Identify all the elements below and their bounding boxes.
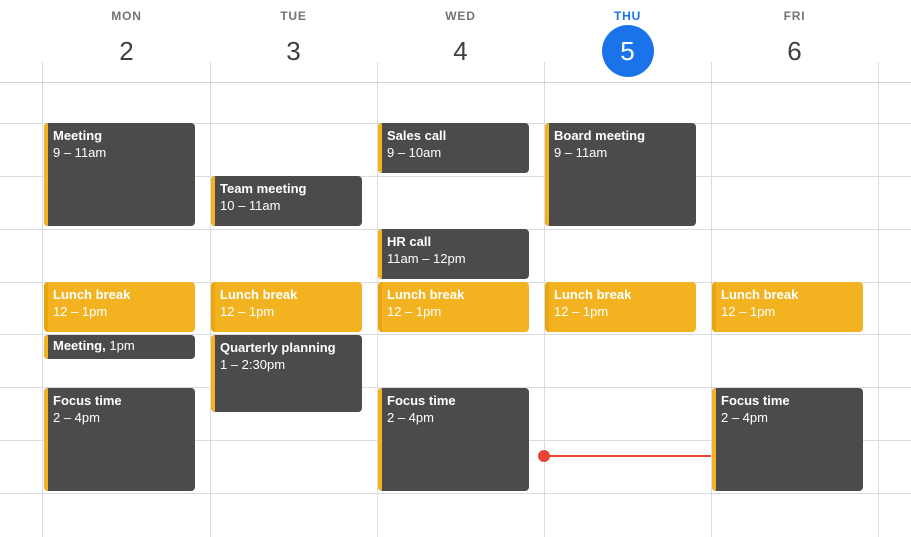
event-focus-time[interactable]: Focus time 2 – 4pm xyxy=(712,388,863,491)
day-header-mon[interactable]: MON 2 xyxy=(43,0,210,82)
day-header-fri[interactable]: FRI 6 xyxy=(711,0,878,82)
event-time: 9 – 10am xyxy=(387,145,442,160)
header-divider xyxy=(0,82,911,83)
event-title: Lunch break xyxy=(554,287,632,302)
event-time: 2 – 4pm xyxy=(387,410,434,425)
event-time: 12 – 1pm xyxy=(554,304,609,319)
event-lunch-break[interactable]: Lunch break 12 – 1pm xyxy=(378,282,529,332)
event-title: Quarterly planning xyxy=(220,340,336,355)
event-time: 12 – 1pm xyxy=(387,304,442,319)
date-number[interactable]: 6 xyxy=(769,25,821,77)
event-time: 2 – 4pm xyxy=(53,410,100,425)
day-column-divider xyxy=(878,62,879,537)
event-lunch-break[interactable]: Lunch break 12 – 1pm xyxy=(211,282,362,332)
day-header-thu[interactable]: THU 5 xyxy=(544,0,711,82)
event-title: Lunch break xyxy=(220,287,298,302)
event-title: Team meeting xyxy=(220,181,307,196)
event-time: 2 – 4pm xyxy=(721,410,768,425)
day-of-week-label: FRI xyxy=(783,9,806,23)
event-lunch-break[interactable]: Lunch break 12 – 1pm xyxy=(712,282,863,332)
event-title: Focus time xyxy=(53,393,122,408)
event-team-meeting[interactable]: Team meeting 10 – 11am xyxy=(211,176,362,226)
event-board-meeting[interactable]: Board meeting 9 – 11am xyxy=(545,123,696,226)
event-time: 12 – 1pm xyxy=(220,304,275,319)
event-time: 10 – 11am xyxy=(220,198,281,213)
event-title: Lunch break xyxy=(721,287,799,302)
event-focus-time[interactable]: Focus time 2 – 4pm xyxy=(44,388,195,491)
date-number[interactable]: 2 xyxy=(101,25,153,77)
day-of-week-label: MON xyxy=(111,9,142,23)
day-header-tue[interactable]: TUE 3 xyxy=(210,0,377,82)
event-title: Board meeting xyxy=(554,128,646,143)
event-quarterly-planning[interactable]: Quarterly planning 1 – 2:30pm xyxy=(211,335,362,412)
today-date-number[interactable]: 5 xyxy=(601,25,654,77)
event-title: Focus time xyxy=(721,393,790,408)
event-title: Sales call xyxy=(387,128,447,143)
event-hr-call[interactable]: HR call 11am – 12pm xyxy=(378,229,529,279)
event-title: HR call xyxy=(387,234,432,249)
current-time-line xyxy=(544,454,711,457)
event-time: 12 – 1pm xyxy=(721,304,776,319)
event-time: 9 – 11am xyxy=(554,145,608,160)
event-lunch-break[interactable]: Lunch break 12 – 1pm xyxy=(44,282,195,332)
date-number[interactable]: 3 xyxy=(268,25,320,77)
event-title: Focus time xyxy=(387,393,456,408)
event-lunch-break[interactable]: Lunch break 12 – 1pm xyxy=(545,282,696,332)
day-column-divider xyxy=(42,62,43,537)
event-time: 9 – 11am xyxy=(53,145,107,160)
event-title: Meeting xyxy=(53,128,103,143)
calendar-week-view: MON 2 TUE 3 WED 4 THU 5 FRI 6 Meeting 9 – 11am Lunc… xyxy=(0,0,911,537)
hour-gridline xyxy=(0,493,911,494)
day-of-week-label: TUE xyxy=(280,9,307,23)
event-time: 11am – 12pm xyxy=(387,251,466,266)
current-time-dot xyxy=(538,449,550,462)
day-of-week-label: THU xyxy=(613,9,642,23)
event-title: Lunch break xyxy=(387,287,465,302)
event-time: 1pm xyxy=(109,338,135,353)
event-sales-call[interactable]: Sales call 9 – 10am xyxy=(378,123,529,173)
event-meeting[interactable]: Meeting, 1pm xyxy=(44,335,195,359)
date-number[interactable]: 4 xyxy=(435,25,487,77)
day-header-wed[interactable]: WED 4 xyxy=(377,0,544,82)
event-focus-time[interactable]: Focus time 2 – 4pm xyxy=(378,388,529,491)
event-title: Lunch break xyxy=(53,287,131,302)
event-time: 12 – 1pm xyxy=(53,304,108,319)
event-title: Meeting, xyxy=(53,338,106,353)
day-of-week-label: WED xyxy=(445,9,476,23)
event-meeting[interactable]: Meeting 9 – 11am xyxy=(44,123,195,226)
event-time: 1 – 2:30pm xyxy=(220,357,286,372)
